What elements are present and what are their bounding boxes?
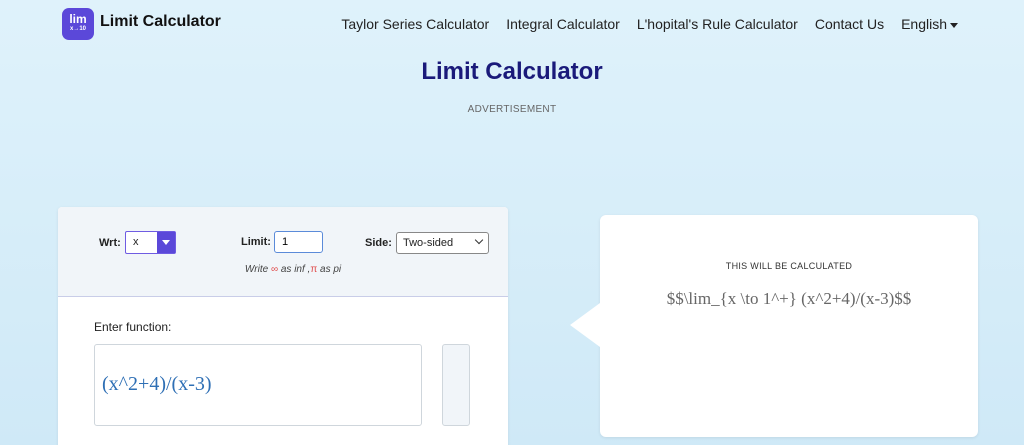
logo-bottom-text: x→10 [69,26,86,32]
infinity-symbol: ∞ [270,264,279,275]
advertisement-label: ADVERTISEMENT [467,104,557,115]
navbar: lim x→10 Limit Calculator Taylor Series … [0,0,1024,46]
preview-card: THIS WILL BE CALCULATED $$\lim_{x \to 1^… [570,215,978,437]
nav-link-integral[interactable]: Integral Calculator [506,16,620,32]
wrt-select[interactable]: x [125,231,176,254]
side-value: Two-sided [403,237,454,249]
function-input[interactable]: (x^2+4)/(x-3) [94,344,422,426]
language-label: English [901,16,947,32]
nav-menu: Taylor Series Calculator Integral Calcul… [341,16,958,32]
preview-expression: $$\lim_{x \to 1^+} (x^2+4)/(x-3)$$ [666,289,912,308]
input-hint: Write ∞ as inf ,π as pi [58,264,508,275]
wrt-value: x [133,236,139,248]
hint-inf-text: as inf , [280,264,311,275]
logo-top-text: lim [69,12,87,26]
calculator-card: Wrt: x Limit: Side: Two-sided Write ∞ as… [58,207,508,445]
keyboard-toggle-button[interactable] [442,344,470,426]
page-title: Limit Calculator [421,58,603,85]
side-label: Side: [365,237,392,249]
hint-prefix: Write [244,264,269,275]
caret-down-icon [950,22,958,28]
options-panel: Wrt: x Limit: Side: Two-sided Write ∞ as… [58,207,508,297]
nav-link-taylor-series[interactable]: Taylor Series Calculator [341,16,489,32]
preview-label: THIS WILL BE CALCULATED [725,261,853,271]
hint-pi-text: as pi [320,264,342,275]
nav-link-lhopital[interactable]: L'hopital's Rule Calculator [637,16,798,32]
brand-name[interactable]: Limit Calculator [100,13,221,31]
side-select[interactable]: Two-sided [396,232,489,254]
dropdown-arrow-icon[interactable] [157,232,175,253]
limit-label: Limit: [241,236,271,248]
pi-symbol: π [310,264,318,275]
logo-icon[interactable]: lim x→10 [62,8,94,40]
function-expression: (x^2+4)/(x-3) [102,373,212,395]
nav-link-contact[interactable]: Contact Us [815,16,884,32]
chevron-down-icon [474,235,484,245]
function-label: Enter function: [94,320,172,334]
language-dropdown[interactable]: English [901,16,958,32]
wrt-label: Wrt: [99,237,121,249]
limit-input[interactable] [274,231,323,253]
